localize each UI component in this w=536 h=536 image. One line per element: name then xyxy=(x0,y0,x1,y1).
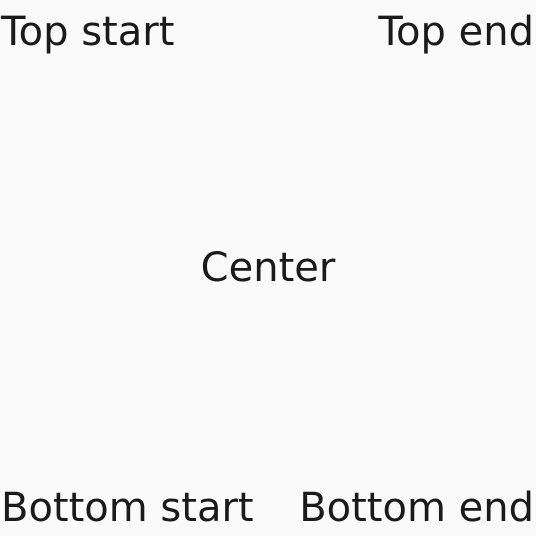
top-start-label: Top start xyxy=(1,9,175,55)
bottom-start-label: Bottom start xyxy=(1,485,254,531)
center-label: Center xyxy=(200,245,336,291)
screen: Top start Top end Center Bottom start Bo… xyxy=(0,0,536,536)
bottom-end-label: Bottom end xyxy=(299,485,534,531)
top-end-label: Top end xyxy=(378,9,534,55)
